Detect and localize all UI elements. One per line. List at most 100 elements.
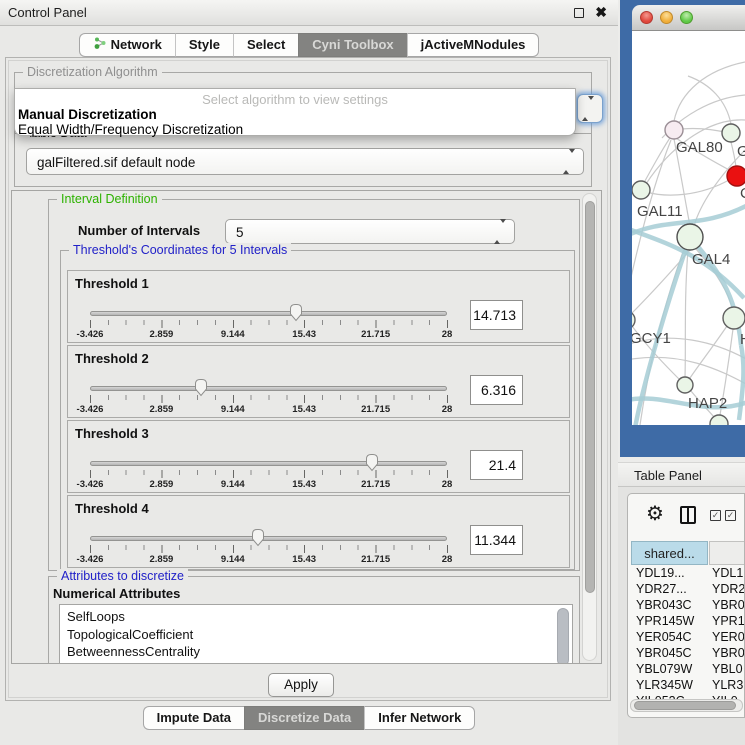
tick-label: -3.426: [77, 404, 104, 415]
bottom-tab[interactable]: Infer Network: [364, 706, 475, 730]
right-region: GAL80GCGAL11GAL4GCY1HHAP2 Table Panel ⚙ …: [618, 0, 745, 745]
screen: Control Panel ✖ Network: [0, 0, 745, 745]
threshold-slider[interactable]: -3.426 2.859 9.144 15.43 21.: [90, 449, 447, 491]
network-node[interactable]: [632, 181, 650, 199]
slider-thumb[interactable]: [251, 528, 265, 552]
cyni-toolbox-content: Discretization Algorithm Select algorith…: [5, 57, 611, 701]
dropdown-option-equal-width[interactable]: Equal Width/Frequency Discretization: [18, 122, 243, 137]
zoom-traffic-light-icon[interactable]: [680, 11, 693, 24]
bottom-tab[interactable]: Impute Data: [143, 706, 244, 730]
table-row[interactable]: YER054C YER0: [631, 629, 745, 645]
algorithm-combobox-button[interactable]: [577, 94, 603, 123]
network-node[interactable]: [727, 166, 745, 186]
dropdown-hint: Select algorithm to view settings: [15, 92, 575, 107]
checkbox-icon[interactable]: ✓: [725, 510, 736, 521]
table-data-group: Table Data galFiltered.sif default node: [14, 133, 592, 187]
network-node[interactable]: [723, 307, 745, 329]
threshold-value-field[interactable]: 6.316: [470, 375, 523, 405]
network-node[interactable]: [665, 121, 683, 139]
slider-thumb[interactable]: [289, 303, 303, 327]
settings-scrollbar[interactable]: [582, 193, 597, 661]
cell-shared-name: YBR045C: [636, 645, 692, 661]
attribute-list-item[interactable]: SelfLoops: [60, 608, 572, 626]
table-panel-inner: ⚙ ✓ ✓ shared... na YDL19... YDL1 YDR27..…: [627, 493, 745, 718]
network-node[interactable]: [632, 311, 635, 329]
table-row[interactable]: YBR043C YBR0: [631, 597, 745, 613]
threshold-slider[interactable]: -3.426 2.859 9.144 15.43 21.: [90, 374, 447, 416]
threshold-value-field[interactable]: 14.713: [470, 300, 523, 330]
threshold-value-field[interactable]: 21.4: [470, 450, 523, 480]
network-canvas[interactable]: GAL80GCGAL11GAL4GCY1HHAP2: [632, 31, 745, 425]
bottom-tab[interactable]: Discretize Data: [244, 706, 364, 730]
table-scrollbar-thumb[interactable]: [634, 701, 736, 710]
list-scrollbar[interactable]: [557, 608, 569, 664]
slider-track[interactable]: [90, 461, 447, 466]
attribute-list-item[interactable]: TopologicalCoefficient: [60, 626, 572, 644]
table-row[interactable]: YDL19... YDL1: [631, 565, 745, 581]
split-columns-icon[interactable]: [680, 506, 696, 524]
tick-label: 9.144: [221, 404, 245, 415]
tick-label: 28: [442, 404, 453, 415]
column-header-shared[interactable]: shared...: [631, 541, 708, 565]
top-tab[interactable]: Cyni Toolbox: [298, 33, 406, 57]
network-node[interactable]: [722, 124, 740, 142]
slider-tick-labels: -3.426 2.859 9.144 15.43 21.: [90, 554, 447, 566]
cell-shared-name: YBL079W: [636, 661, 692, 677]
network-edge: [632, 140, 671, 300]
tab-label: Cyni Toolbox: [312, 34, 393, 56]
slider-track[interactable]: [90, 386, 447, 391]
table-row[interactable]: YLR345W YLR3: [631, 677, 745, 693]
tick-label: -3.426: [77, 554, 104, 565]
table-panel-title: Table Panel: [634, 463, 702, 488]
settings-scrollbar-thumb[interactable]: [585, 201, 595, 593]
checkbox-icon[interactable]: ✓: [710, 510, 721, 521]
number-of-intervals-value: 5: [236, 220, 244, 245]
table-horizontal-scrollbar[interactable]: [630, 699, 743, 712]
network-edge: [688, 76, 731, 124]
table-row[interactable]: YBR045C YBR0: [631, 645, 745, 661]
minimize-traffic-light-icon[interactable]: [660, 11, 673, 24]
close-traffic-light-icon[interactable]: [640, 11, 653, 24]
network-node[interactable]: [677, 224, 703, 250]
slider-thumb[interactable]: [194, 378, 208, 402]
top-tab[interactable]: Style: [175, 33, 233, 57]
attribute-list-item[interactable]: BetweennessCentrality: [60, 643, 572, 661]
settings-scroll-viewport: Interval Definition Number of Intervals …: [11, 190, 602, 664]
close-icon[interactable]: ✖: [595, 4, 607, 21]
numerical-attributes-list[interactable]: SelfLoops TopologicalCoefficient Between…: [59, 604, 573, 664]
threshold-value-field[interactable]: 11.344: [470, 525, 523, 555]
number-of-intervals-combobox[interactable]: 5: [225, 219, 515, 244]
slider-major-ticks: [90, 395, 448, 403]
top-tab[interactable]: jActiveMNodules: [407, 33, 540, 57]
settings-gear-icon[interactable]: ⚙: [646, 501, 664, 526]
cell-name: YDL1: [712, 565, 743, 581]
dropdown-option-manual[interactable]: Manual Discretization: [18, 107, 157, 122]
table-row[interactable]: YPR145W YPR1: [631, 613, 745, 629]
tick-label: 2.859: [150, 479, 174, 490]
slider-tick-labels: -3.426 2.859 9.144 15.43 21.: [90, 479, 447, 491]
top-tab[interactable]: Select: [233, 33, 298, 57]
tick-label: 15.43: [292, 554, 316, 565]
float-window-icon[interactable]: [574, 8, 584, 18]
cell-name: YDR2: [712, 581, 745, 597]
table-row[interactable]: YBL079W YBL0: [631, 661, 745, 677]
top-tab[interactable]: Network: [79, 33, 175, 57]
tab-label: Impute Data: [157, 707, 231, 729]
threshold-slider[interactable]: -3.426 2.859 9.144 15.43 21.: [90, 524, 447, 566]
node-label: GAL80: [676, 139, 723, 156]
control-panel-title: Control Panel: [8, 0, 87, 26]
network-node[interactable]: [710, 415, 728, 425]
table-data-combobox[interactable]: galFiltered.sif default node: [26, 148, 584, 175]
cell-shared-name: YPR145W: [636, 613, 694, 629]
cell-shared-name: YDL19...: [636, 565, 685, 581]
slider-track[interactable]: [90, 311, 447, 316]
table-row[interactable]: YDR27... YDR2: [631, 581, 745, 597]
column-header-name[interactable]: na: [709, 541, 745, 565]
apply-button[interactable]: Apply: [268, 673, 334, 697]
network-node[interactable]: [677, 377, 693, 393]
slider-thumb[interactable]: [365, 453, 379, 477]
threshold-slider[interactable]: -3.426 2.859 9.144 15.43 21.: [90, 299, 447, 341]
threshold-panel: Threshold 4: [67, 495, 570, 568]
slider-track[interactable]: [90, 536, 447, 541]
slider-major-ticks: [90, 545, 448, 553]
